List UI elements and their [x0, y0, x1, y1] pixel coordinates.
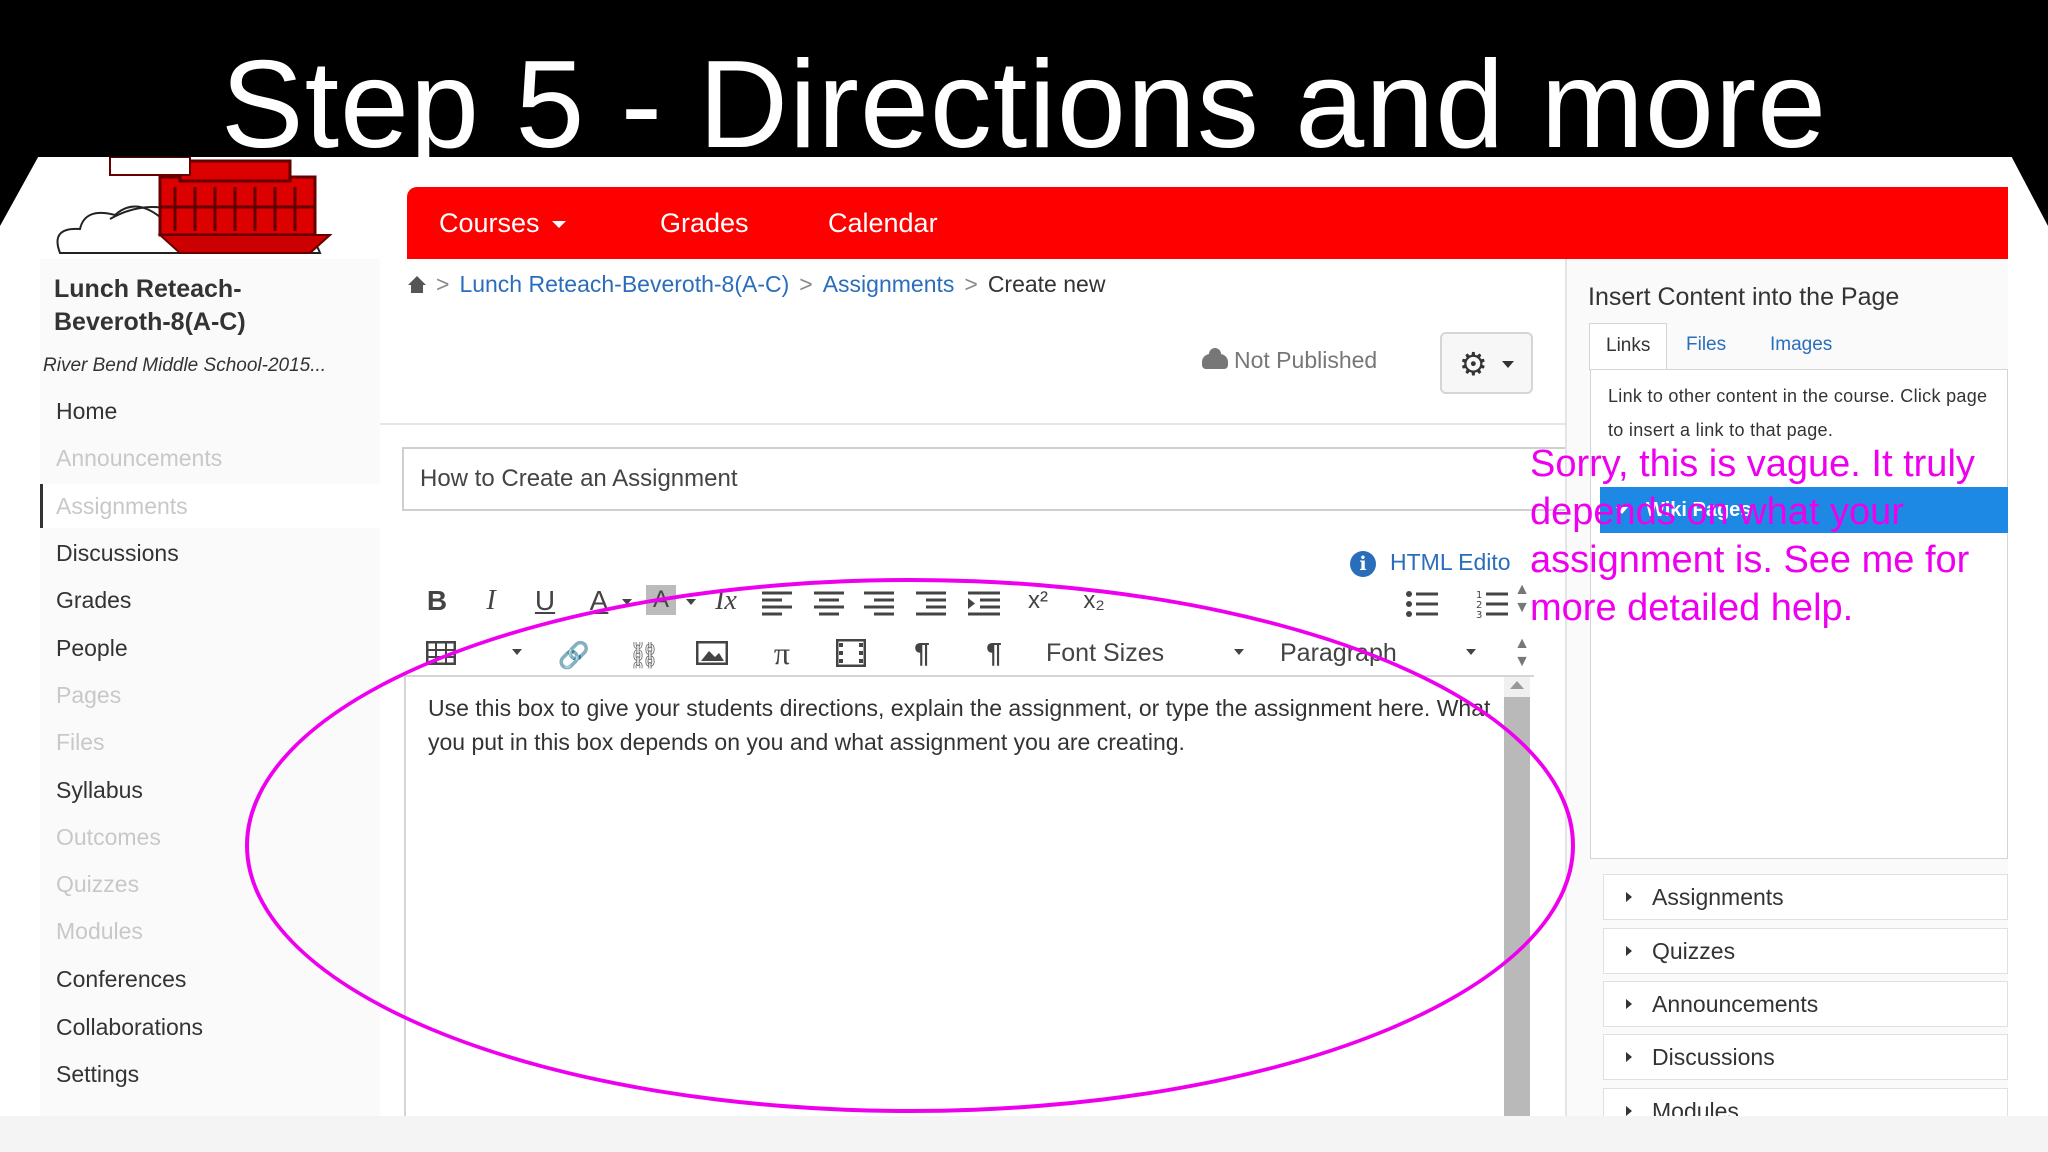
bullet-list-icon[interactable] [1406, 591, 1438, 617]
section-quizzes[interactable]: Quizzes [1603, 928, 2008, 974]
info-icon: i [1350, 550, 1376, 577]
html-editor-label: HTML Edito [1390, 549, 1511, 575]
svg-text:3: 3 [1476, 610, 1482, 619]
scroll-up-icon[interactable] [1510, 681, 1524, 689]
nav-courses[interactable]: Courses [439, 187, 566, 259]
highlight-ellipse [245, 578, 1575, 1113]
toolbar-scroll-icon[interactable]: ▲ ▼ [1512, 581, 1532, 617]
section-label: Announcements [1652, 991, 1819, 1017]
chevron-right-icon [1626, 1106, 1632, 1116]
nav-calendar[interactable]: Calendar [828, 187, 938, 259]
tab-links[interactable]: Links [1589, 323, 1668, 371]
chevron-down-icon[interactable] [1466, 649, 1476, 655]
underline-icon[interactable]: U [530, 583, 560, 619]
bold-icon[interactable]: B [422, 583, 452, 619]
breadcrumb-separator-icon: > [436, 271, 450, 297]
breadcrumb-course[interactable]: Lunch Reteach-Beveroth-8(A-C) [459, 271, 789, 297]
section-label: Quizzes [1652, 938, 1736, 964]
course-title[interactable]: Lunch Reteach-Beveroth-8(A-C) [54, 273, 354, 339]
sidebar-item-collaborations[interactable]: Collaborations [40, 1005, 380, 1049]
global-nav: Courses Grades Calendar [407, 187, 2008, 259]
course-sidebar: Lunch Reteach-Beveroth-8(A-C) River Bend… [40, 259, 380, 1116]
numbered-list-icon[interactable]: 123 [1476, 589, 1508, 619]
sidebar-item-settings[interactable]: Settings [40, 1052, 380, 1096]
italic-icon[interactable]: I [476, 583, 506, 619]
section-assignments[interactable]: Assignments [1603, 874, 2008, 920]
settings-menu-button[interactable]: ⚙ [1440, 332, 1533, 394]
publish-status: Not Published [1202, 343, 1377, 377]
section-modules[interactable]: Modules [1603, 1088, 2008, 1116]
breadcrumb-assignments[interactable]: Assignments [823, 271, 955, 297]
section-announcements[interactable]: Announcements [1603, 981, 2008, 1027]
tab-images[interactable]: Images [1754, 323, 1848, 369]
sidebar-item-grades[interactable]: Grades [40, 578, 380, 622]
nav-courses-label: Courses [439, 208, 540, 238]
chevron-right-icon [1626, 946, 1632, 956]
assignment-title-input[interactable]: How to Create an Assignment [402, 447, 1572, 511]
content-sidebar-title: Insert Content into the Page [1588, 283, 1900, 311]
section-label: Modules [1652, 1098, 1739, 1116]
toolbar-scroll-icon[interactable]: ▲ ▼ [1512, 635, 1532, 671]
nav-grades[interactable]: Grades [660, 187, 749, 259]
section-label: Discussions [1652, 1044, 1775, 1070]
sidebar-item-announcements[interactable]: Announcements [40, 436, 380, 480]
breadcrumb-separator-icon: > [964, 271, 978, 297]
gear-icon: ⚙ [1459, 346, 1488, 382]
cloud-icon [1202, 348, 1228, 370]
school-name: River Bend Middle School-2015... [43, 355, 327, 376]
sidebar-item-discussions[interactable]: Discussions [40, 531, 380, 575]
sidebar-item-pages[interactable]: Pages [40, 673, 380, 717]
sidebar-item-assignments[interactable]: Assignments [40, 484, 380, 528]
sidebar-item-people[interactable]: People [40, 626, 380, 670]
breadcrumb-current: Create new [987, 271, 1106, 297]
slide-title: Step 5 - Directions and more [220, 36, 1828, 174]
sidebar-item-home[interactable]: Home [40, 389, 380, 433]
chevron-right-icon [1626, 1052, 1632, 1062]
header-divider [380, 423, 1602, 425]
publish-status-label: Not Published [1234, 347, 1378, 373]
chevron-down-icon [1502, 361, 1514, 368]
chevron-right-icon [1626, 892, 1632, 902]
chevron-right-icon [1626, 999, 1632, 1009]
chevron-down-icon [551, 221, 566, 229]
breadcrumb-separator-icon: > [799, 271, 813, 297]
html-editor-toggle[interactable]: i HTML Edito [1350, 545, 1511, 579]
section-discussions[interactable]: Discussions [1603, 1034, 2008, 1080]
links-description: Link to other content in the course. Cli… [1608, 386, 1988, 440]
breadcrumb: > Lunch Reteach-Beveroth-8(A-C) > Assignmen… [408, 267, 1105, 301]
slide-bottom-strip [0, 1116, 2048, 1152]
home-icon[interactable] [408, 276, 426, 294]
tab-files[interactable]: Files [1670, 323, 1742, 369]
annotation-note: Sorry, this is vague. It truly depends o… [1530, 443, 1975, 629]
section-label: Assignments [1652, 884, 1784, 910]
